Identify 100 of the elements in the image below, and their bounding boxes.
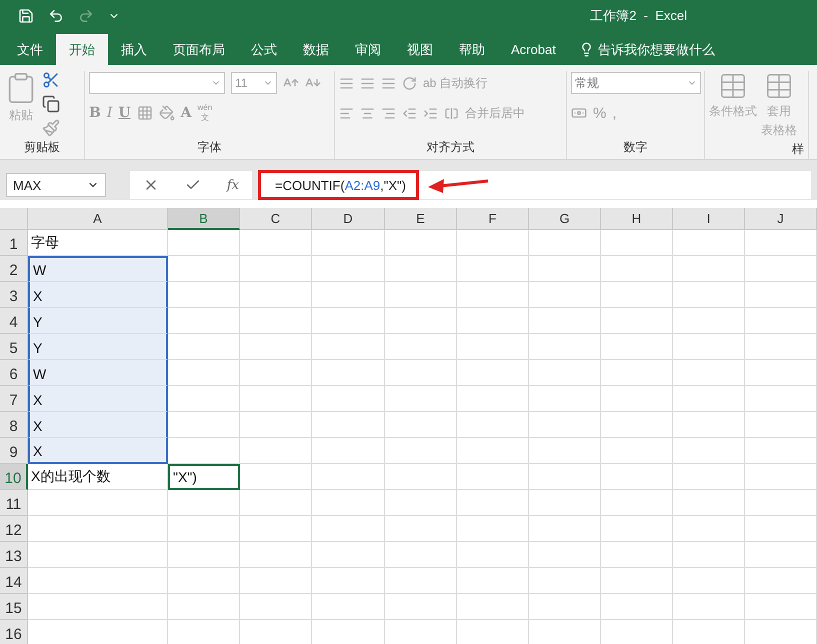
redo-icon[interactable] xyxy=(78,8,94,24)
table-cell xyxy=(673,386,745,412)
brush-icon[interactable] xyxy=(42,119,60,137)
border-icon[interactable] xyxy=(136,105,153,121)
column-header[interactable]: C xyxy=(240,208,312,230)
table-cell xyxy=(240,308,312,334)
ribbon-tab[interactable]: 插入 xyxy=(108,34,160,65)
table-cell xyxy=(385,334,457,360)
row-header[interactable]: 3 xyxy=(0,282,28,308)
table-cell xyxy=(529,516,601,542)
table-cell xyxy=(385,386,457,412)
table-cell xyxy=(168,308,240,334)
row-header[interactable]: 12 xyxy=(0,516,28,542)
column-header[interactable]: A xyxy=(28,208,168,230)
window-title: 工作簿2 - Excel xyxy=(590,7,687,25)
indent-increase-icon[interactable] xyxy=(423,106,438,120)
table-cell xyxy=(457,256,529,282)
row-header[interactable]: 16 xyxy=(0,620,28,644)
ribbon-tab[interactable]: 审阅 xyxy=(342,34,394,65)
table-cell xyxy=(601,412,673,438)
row-header[interactable]: 5 xyxy=(0,334,28,360)
row-header[interactable]: 9 xyxy=(0,438,28,464)
table-cell xyxy=(168,594,240,620)
table-cell xyxy=(601,594,673,620)
table-cell xyxy=(601,516,673,542)
table-cell: X的出现个数 xyxy=(28,464,168,490)
align-left-icon[interactable] xyxy=(339,106,354,120)
scissors-icon[interactable] xyxy=(42,71,60,89)
row-header[interactable]: 15 xyxy=(0,594,28,620)
row-header[interactable]: 14 xyxy=(0,568,28,594)
table-cell xyxy=(457,438,529,464)
table-cell xyxy=(240,334,312,360)
table-cell xyxy=(240,542,312,568)
row-header[interactable]: 4 xyxy=(0,308,28,334)
ribbon-tab[interactable]: Acrobat xyxy=(498,34,569,65)
row-header[interactable]: 10 xyxy=(0,464,28,490)
fill-color-icon[interactable] xyxy=(158,105,175,121)
table-cell xyxy=(529,464,601,490)
table-cell xyxy=(673,542,745,568)
font-name-field[interactable] xyxy=(89,72,225,94)
ribbon-tab[interactable]: 帮助 xyxy=(446,34,498,65)
column-header[interactable]: I xyxy=(673,208,745,230)
orientation-icon[interactable] xyxy=(402,76,417,90)
table-cell xyxy=(673,594,745,620)
row-header[interactable]: 2 xyxy=(0,256,28,282)
column-header[interactable]: D xyxy=(312,208,385,230)
number-format-field[interactable]: 常规 xyxy=(571,72,701,94)
table-cell: X xyxy=(28,412,168,438)
ribbon-tab[interactable]: 数据 xyxy=(290,34,342,65)
row-header[interactable]: 1 xyxy=(0,230,28,256)
row-header[interactable]: 8 xyxy=(0,412,28,438)
ribbon-tab[interactable]: 页面布局 xyxy=(160,34,238,65)
merge-icon[interactable] xyxy=(444,106,459,120)
table-cell xyxy=(529,438,601,464)
indent-decrease-icon[interactable] xyxy=(402,106,417,120)
name-box[interactable]: MAX xyxy=(6,173,106,197)
table-cell: Y xyxy=(28,334,168,360)
select-all-corner[interactable] xyxy=(0,208,28,230)
ribbon-tab[interactable]: 公式 xyxy=(238,34,290,65)
table-cell xyxy=(240,490,312,516)
row-header[interactable]: 7 xyxy=(0,386,28,412)
ribbon-tab[interactable]: 文件 xyxy=(4,34,56,65)
table-cell xyxy=(529,594,601,620)
column-header[interactable]: F xyxy=(457,208,529,230)
row-header[interactable]: 11 xyxy=(0,490,28,516)
align-middle-icon[interactable] xyxy=(360,76,375,90)
column-header[interactable]: B xyxy=(168,208,240,230)
align-bottom-icon[interactable] xyxy=(381,76,396,90)
table-cell xyxy=(601,568,673,594)
row-header[interactable]: 6 xyxy=(0,360,28,386)
table-cell xyxy=(673,334,745,360)
table-cell xyxy=(529,334,601,360)
formula-input[interactable]: =COUNTIF(A2:A9,"X") xyxy=(258,170,419,200)
undo-icon[interactable] xyxy=(48,8,64,24)
align-center-icon[interactable] xyxy=(360,106,375,120)
align-right-icon[interactable] xyxy=(381,106,396,120)
table-cell xyxy=(385,464,457,490)
column-header[interactable]: E xyxy=(385,208,457,230)
table-cell xyxy=(601,308,673,334)
table-cell xyxy=(168,412,240,438)
insert-function-button[interactable]: fx xyxy=(226,178,239,192)
table-cell xyxy=(601,360,673,386)
column-header[interactable]: G xyxy=(529,208,601,230)
align-top-icon[interactable] xyxy=(339,76,354,90)
row-header[interactable]: 13 xyxy=(0,542,28,568)
table-cell xyxy=(240,412,312,438)
table-cell xyxy=(529,568,601,594)
table-cell xyxy=(673,282,745,308)
copy-icon[interactable] xyxy=(42,95,60,113)
tell-me-search[interactable]: 告诉我你想要做什么 xyxy=(568,34,725,65)
column-header[interactable]: J xyxy=(745,208,817,230)
table-cell xyxy=(457,282,529,308)
table-cell xyxy=(601,464,673,490)
ribbon-tab[interactable]: 开始 xyxy=(56,34,108,65)
column-header[interactable]: H xyxy=(601,208,673,230)
table-cell xyxy=(529,256,601,282)
ribbon-tab[interactable]: 视图 xyxy=(394,34,446,65)
table-cell xyxy=(745,386,817,412)
table-cell xyxy=(745,594,817,620)
save-icon[interactable] xyxy=(18,8,34,24)
